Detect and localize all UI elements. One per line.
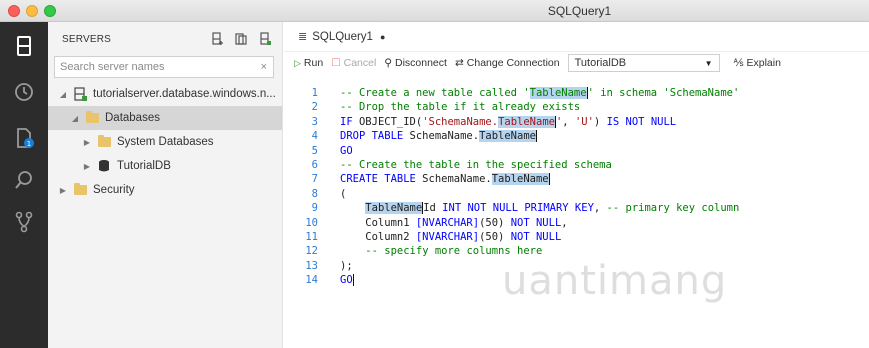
folder-icon: [74, 183, 87, 195]
clear-search-icon[interactable]: ×: [261, 61, 267, 73]
selected-database: TutorialDB: [574, 57, 627, 69]
code-line: 1 -- Create a new table called 'TableName…: [284, 86, 869, 100]
expand-icon[interactable]: ▶: [58, 186, 68, 195]
tree-item-label: Security: [93, 184, 135, 196]
tree-item-security[interactable]: ▶ Security: [48, 178, 282, 202]
explain-label: Explain: [746, 57, 781, 69]
history-icon[interactable]: [12, 80, 36, 104]
line-number: 5: [311, 144, 318, 157]
disconnect-button[interactable]: ⚲ Disconnect: [384, 57, 447, 69]
tree-item-label: Databases: [105, 112, 160, 124]
new-connection-icon[interactable]: [210, 32, 224, 46]
run-button[interactable]: ▷ Run: [294, 57, 323, 69]
cancel-button[interactable]: ☐ Cancel: [331, 57, 376, 69]
stop-icon: ☐: [331, 57, 341, 69]
source-control-icon[interactable]: [12, 210, 36, 234]
code-line: 10 Column1 [NVARCHAR](50) NOT NULL,: [284, 216, 869, 230]
new-server-group-icon[interactable]: [234, 32, 248, 46]
line-number: 12: [305, 245, 318, 258]
line-number: 8: [311, 187, 318, 200]
explain-icon: ⅍: [733, 57, 744, 69]
tree-item-label: tutorialserver.database.windows.n...: [93, 88, 276, 100]
server-search-box[interactable]: ×: [54, 56, 274, 78]
tree-item-databases[interactable]: ◢ Databases: [48, 106, 282, 130]
line-number: 9: [311, 202, 318, 215]
plug-icon: ⇄: [454, 57, 464, 69]
change-connection-button[interactable]: ⇄ Change Connection: [455, 57, 560, 69]
collapse-icon[interactable]: ◢: [58, 90, 68, 99]
tree-item-server[interactable]: ◢ tutorialserver.database.windows.n...: [48, 82, 282, 106]
watermark: uantimang: [502, 258, 728, 304]
play-icon: ▷: [294, 57, 301, 68]
line-number: 6: [311, 158, 318, 171]
server-tree: ◢ tutorialserver.database.windows.n... ◢…: [48, 82, 282, 202]
line-number: 3: [311, 115, 318, 128]
tab-sqlquery1[interactable]: ≣ SQLQuery1 ●: [284, 22, 395, 52]
code-line: 3 IF OBJECT_ID('SchemaName.TableName', 'U…: [284, 115, 869, 129]
editor-area: ≣ SQLQuery1 ● ▷ Run ☐ Cancel ⚲ Disconnect ⇄…: [284, 22, 869, 348]
query-toolbar: ▷ Run ☐ Cancel ⚲ Disconnect ⇄ Change Connect…: [284, 52, 869, 74]
window-title: SQLQuery1: [547, 4, 612, 18]
code-line: 9 TableNameId INT NOT NULL PRIMARY KEY, …: [284, 201, 869, 215]
change-connection-label: Change Connection: [466, 57, 560, 69]
title-bar: SQLQuery1: [0, 0, 869, 22]
servers-sidebar: SERVERS × ◢ tutorialserver.database.wind…: [48, 22, 283, 348]
file-icon: ≣: [298, 31, 308, 43]
explain-button[interactable]: ⅍ Explain: [734, 57, 781, 69]
chevron-down-icon: ▼: [704, 58, 713, 68]
explorer-icon[interactable]: 1: [12, 126, 36, 150]
line-number: 4: [311, 130, 318, 143]
folder-icon: [98, 135, 111, 147]
server-search-input[interactable]: [60, 61, 250, 73]
line-number: 1: [311, 87, 318, 99]
folder-icon: [86, 111, 99, 123]
code-line: 7 CREATE TABLE SchemaName.TableName: [284, 172, 869, 186]
sidebar-title: SERVERS: [62, 33, 112, 45]
disconnect-icon: ⚲: [384, 57, 392, 69]
expand-icon[interactable]: ▶: [82, 162, 92, 171]
line-number: 10: [305, 216, 318, 229]
code-line: 8(: [284, 187, 869, 201]
server-icon: [72, 87, 88, 101]
tree-item-system-databases[interactable]: ▶ System Databases: [48, 130, 282, 154]
code-line: 4 DROP TABLE SchemaName.TableName: [284, 129, 869, 143]
tab-label: SQLQuery1: [312, 30, 373, 43]
disconnect-label: Disconnect: [395, 57, 447, 69]
line-number: 11: [305, 230, 318, 243]
collapse-icon[interactable]: ◢: [70, 114, 80, 123]
line-number: 2: [311, 101, 318, 114]
tree-item-tutorialdb[interactable]: ▶ TutorialDB: [48, 154, 282, 178]
run-label: Run: [303, 57, 324, 69]
code-line: 5 GO: [284, 144, 869, 158]
expand-icon[interactable]: ▶: [82, 138, 92, 147]
database-icon: [96, 159, 112, 173]
code-line: 6 -- Create the table in the specified sc…: [284, 158, 869, 172]
search-icon[interactable]: [12, 168, 36, 192]
sidebar-header: SERVERS: [48, 22, 282, 56]
tree-item-label: TutorialDB: [117, 160, 171, 172]
servers-icon[interactable]: [12, 34, 36, 58]
database-select[interactable]: TutorialDB ▼: [567, 54, 720, 72]
svg-text:1: 1: [27, 140, 31, 148]
code-line: 12 -- specify more columns here: [284, 244, 869, 258]
cancel-label: Cancel: [343, 57, 377, 69]
tree-item-label: System Databases: [117, 136, 214, 148]
unsaved-indicator[interactable]: ●: [380, 32, 385, 42]
active-connections-icon[interactable]: [258, 32, 272, 46]
code-line: 11 Column2 [NVARCHAR](50) NOT NULL: [284, 230, 869, 244]
line-number: 13: [305, 259, 318, 272]
code-line: 2 -- Drop the table if it already exists: [284, 100, 869, 114]
tab-bar: ≣ SQLQuery1 ●: [284, 22, 869, 52]
line-number: 7: [311, 173, 318, 186]
line-number: 14: [305, 274, 318, 287]
activity-bar: 1: [0, 22, 48, 348]
